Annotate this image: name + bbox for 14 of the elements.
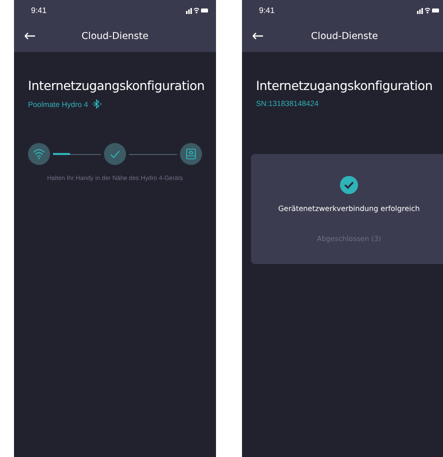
status-time: 9:41 bbox=[259, 6, 275, 14]
page-heading: Internetzugangskonfiguration bbox=[256, 78, 434, 93]
status-icons bbox=[417, 6, 439, 14]
wifi-step-icon bbox=[28, 143, 50, 165]
back-arrow-icon[interactable] bbox=[24, 32, 36, 40]
status-icons bbox=[186, 6, 208, 14]
page-heading: Internetzugangskonfiguration bbox=[28, 78, 206, 93]
device-step-icon bbox=[180, 143, 202, 165]
back-arrow-icon[interactable] bbox=[252, 32, 264, 40]
nav-title: Cloud-Dienste bbox=[311, 30, 378, 42]
check-step-icon bbox=[104, 143, 126, 165]
status-time: 9:41 bbox=[31, 6, 47, 14]
success-check-icon bbox=[340, 176, 358, 194]
nav-title: Cloud-Dienste bbox=[82, 30, 148, 42]
